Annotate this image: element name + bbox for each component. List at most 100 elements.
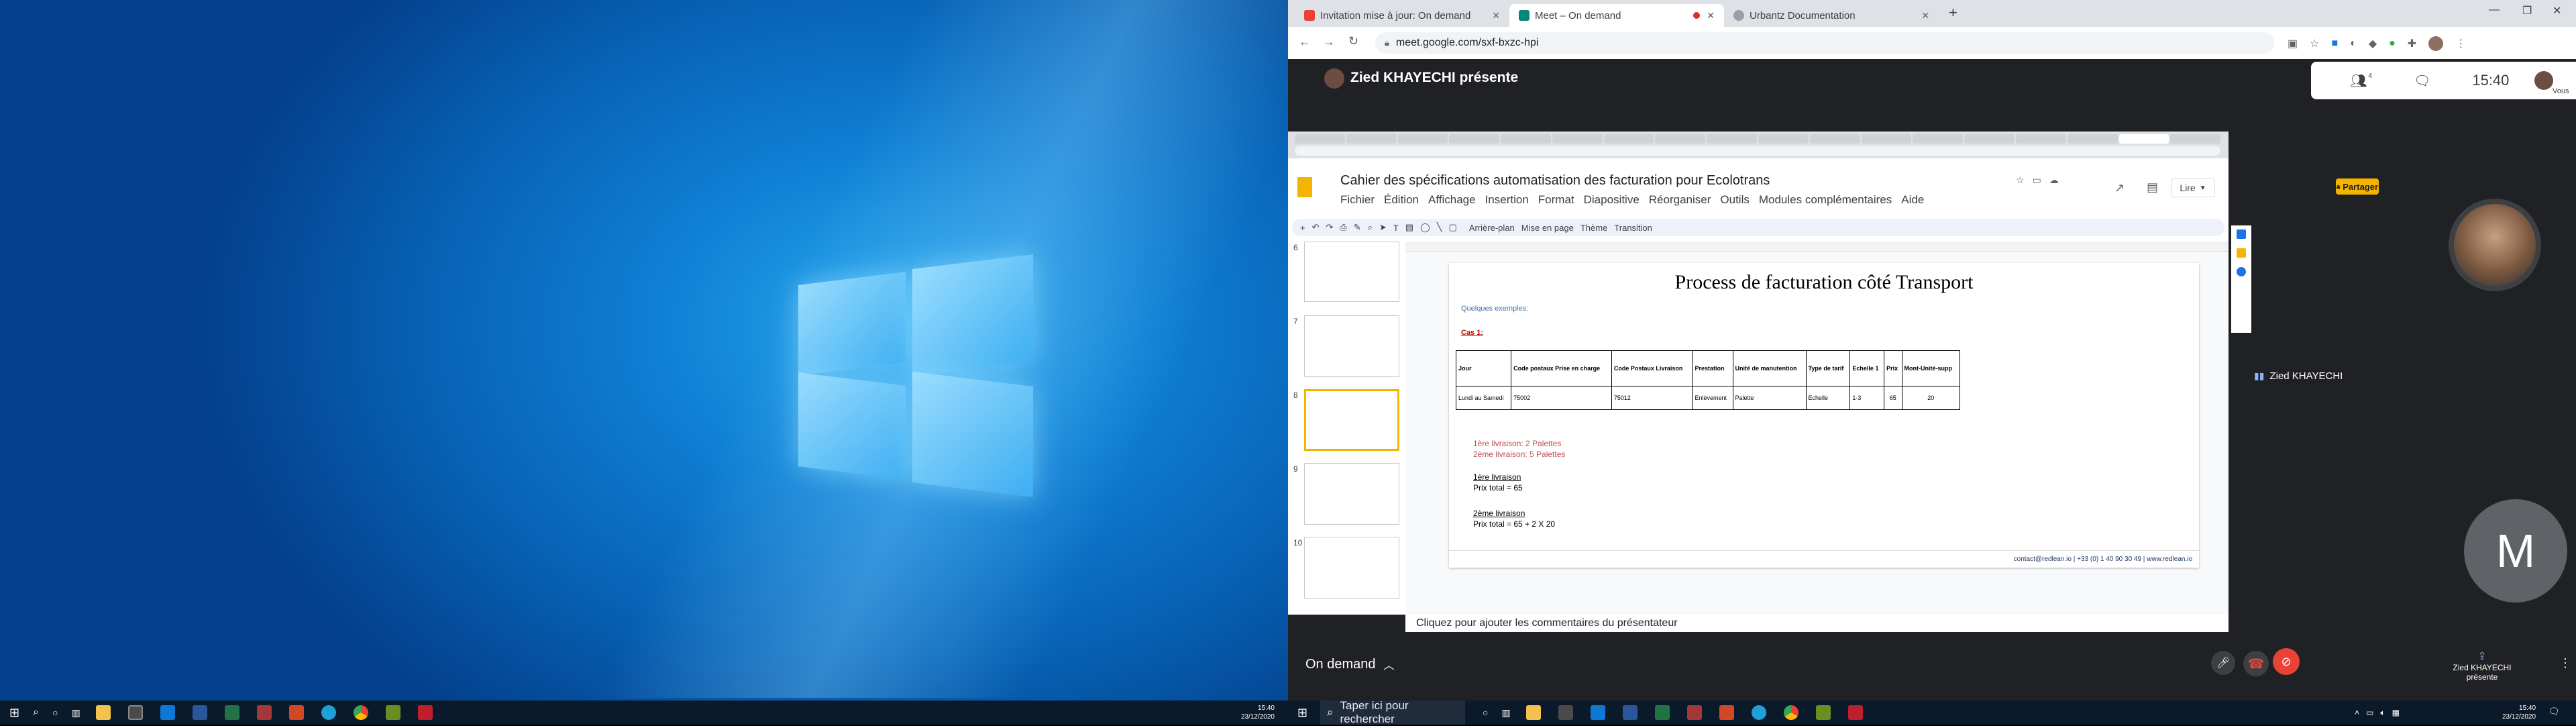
terminal-icon[interactable] <box>385 705 400 720</box>
profile-avatar[interactable] <box>2428 36 2444 51</box>
url-field[interactable]: 🔒︎ meet.google.com/sxf-bxzc-hpi <box>1375 32 2274 54</box>
file-explorer-icon[interactable] <box>95 705 111 720</box>
powerpoint-icon[interactable] <box>288 705 304 720</box>
terminal-icon[interactable] <box>1815 705 1831 720</box>
notification-icon[interactable]: 🗨︎ <box>2548 706 2560 717</box>
close-window-icon[interactable]: ✕ <box>2553 4 2561 17</box>
chrome-icon[interactable] <box>1783 705 1799 720</box>
clock-left[interactable]: 15:40 23/12/2020 <box>1241 701 1275 725</box>
filezilla-icon[interactable] <box>417 705 433 720</box>
present-button[interactable]: Lire ▼ <box>2171 178 2215 197</box>
slide-thumbnail[interactable] <box>1304 242 1399 302</box>
cloud-icon[interactable]: ☁ <box>2049 174 2059 186</box>
edge-icon[interactable] <box>321 705 336 720</box>
search-icon[interactable]: ⌕ <box>33 707 39 719</box>
chrome-icon[interactable] <box>353 705 368 720</box>
chat-icon[interactable]: 🗨︎ <box>2414 72 2430 89</box>
menu-insertion[interactable]: Insertion <box>1485 193 1529 207</box>
menu-format[interactable]: Format <box>1538 193 1574 207</box>
mic-button[interactable]: 🎤︎ <box>2211 651 2235 675</box>
store-icon[interactable] <box>1558 705 1573 720</box>
hangup-button[interactable]: ☎ <box>2243 651 2269 676</box>
task-view-icon[interactable]: ▥ <box>72 707 80 719</box>
calendar-icon[interactable] <box>2237 229 2246 239</box>
toolbar-theme[interactable]: Thème <box>1580 223 1607 233</box>
slide-thumbnail-selected[interactable] <box>1304 389 1399 451</box>
zoom-icon[interactable]: ⌕ <box>1368 222 1373 233</box>
toolbar-background[interactable]: Arrière-plan <box>1469 223 1515 233</box>
menu-edition[interactable]: Édition <box>1384 193 1419 207</box>
menu-affichage[interactable]: Affichage <box>1428 193 1476 207</box>
excel-icon[interactable] <box>224 705 239 720</box>
redo-icon[interactable]: ↷ <box>1326 222 1334 233</box>
close-tab-icon[interactable]: ✕ <box>1921 10 1929 21</box>
trend-icon[interactable]: ↗ <box>2114 181 2125 195</box>
extension-icon[interactable]: ● <box>2389 38 2396 50</box>
filezilla-icon[interactable] <box>1847 705 1863 720</box>
clock-right[interactable]: 15:40 23/12/2020 <box>2502 701 2536 725</box>
doc-title[interactable]: Cahier des spécifications automatisation… <box>1340 173 1770 189</box>
menu-modules[interactable]: Modules complémentaires <box>1759 193 1892 207</box>
start-icon[interactable]: ⊞ <box>9 706 19 720</box>
extension-icon[interactable]: ✚ <box>2408 37 2416 50</box>
toolbar-layout[interactable]: Mise en page <box>1521 223 1574 233</box>
slide-thumbnail[interactable] <box>1304 463 1399 525</box>
file-explorer-icon[interactable] <box>1525 705 1541 720</box>
star-icon[interactable]: ☆ <box>2016 174 2025 186</box>
star-icon[interactable]: ☆ <box>2310 37 2319 50</box>
taskbar-search[interactable]: ⌕ Taper ici pour rechercher <box>1320 699 1465 725</box>
speaker-notes[interactable]: Cliquez pour ajouter les commentaires du… <box>1405 615 2229 632</box>
mail-icon[interactable] <box>160 705 175 720</box>
paint-format-icon[interactable]: ✎ <box>1354 222 1361 233</box>
comment-icon[interactable]: ▤ <box>2147 180 2158 195</box>
slide[interactable]: Process de facturation côté Transport Qu… <box>1449 263 2199 568</box>
slide-thumbnail[interactable] <box>1304 315 1399 377</box>
minimize-icon[interactable]: — <box>2489 4 2500 16</box>
menu-icon[interactable]: ⋮ <box>2455 37 2466 50</box>
close-tab-icon[interactable]: ✕ <box>1492 10 1500 21</box>
partager-share-button[interactable]: 🔒︎ Partager <box>2336 178 2379 195</box>
access-icon[interactable] <box>1686 705 1702 720</box>
tab-meet[interactable]: Meet – On demand ✕ <box>1509 4 1724 27</box>
cortana-icon[interactable]: ○ <box>1483 707 1488 718</box>
shape-icon[interactable]: ◯ <box>1420 222 1430 233</box>
menu-reorganiser[interactable]: Réorganiser <box>1649 193 1711 207</box>
print-icon[interactable]: ⎙ <box>1340 222 1346 233</box>
back-icon[interactable]: ← <box>1299 35 1311 49</box>
start-icon[interactable]: ⊞ <box>1297 706 1307 720</box>
powerpoint-icon[interactable] <box>1719 705 1734 720</box>
meeting-details-button[interactable]: On demand ︿ <box>1305 656 1395 672</box>
line-icon[interactable]: ╲ <box>1437 222 1442 233</box>
maximize-icon[interactable]: ❐ <box>2522 4 2532 17</box>
volume-icon[interactable]: 🔈︎ <box>2380 708 2385 718</box>
menu-aide[interactable]: Aide <box>1901 193 1924 207</box>
tab-gmail[interactable]: Invitation mise à jour: On demand ✕ <box>1295 4 1509 27</box>
language-icon[interactable]: ▦ <box>2392 708 2400 717</box>
edge-icon[interactable] <box>1751 705 1766 720</box>
undo-icon[interactable]: ↶ <box>1312 222 1320 233</box>
slide-thumbnail[interactable] <box>1304 537 1399 599</box>
extension-icon[interactable]: ◆ <box>2369 37 2377 50</box>
slides-logo-icon[interactable] <box>1297 177 1312 197</box>
folder-icon[interactable]: ▭ <box>2033 174 2041 186</box>
word-icon[interactable] <box>1622 705 1638 720</box>
extension-icon[interactable]: ◐ <box>2350 38 2357 50</box>
forward-icon[interactable]: → <box>1323 35 1335 49</box>
cortana-icon[interactable]: ○ <box>52 707 58 718</box>
keep-icon[interactable] <box>2237 248 2246 258</box>
textbox-icon[interactable]: T <box>1393 223 1399 233</box>
tasks-icon[interactable] <box>2237 267 2246 276</box>
people-icon[interactable]: 👥︎ <box>2350 72 2367 89</box>
mail-icon[interactable] <box>1590 705 1605 720</box>
chevron-up-icon[interactable]: ˄ <box>2355 708 2359 717</box>
camera-off-button[interactable]: ⊘ <box>2273 648 2300 675</box>
image-icon[interactable]: ▧ <box>1405 222 1413 233</box>
excel-icon[interactable] <box>1654 705 1670 720</box>
word-icon[interactable] <box>192 705 207 720</box>
menu-fichier[interactable]: Fichier <box>1340 193 1375 207</box>
store-icon[interactable] <box>127 705 143 720</box>
self-avatar[interactable] <box>2534 71 2554 90</box>
comment-add-icon[interactable]: ▢ <box>1449 222 1457 233</box>
camera-icon[interactable]: ▣ <box>2288 37 2298 50</box>
close-tab-icon[interactable]: ✕ <box>1707 10 1715 21</box>
